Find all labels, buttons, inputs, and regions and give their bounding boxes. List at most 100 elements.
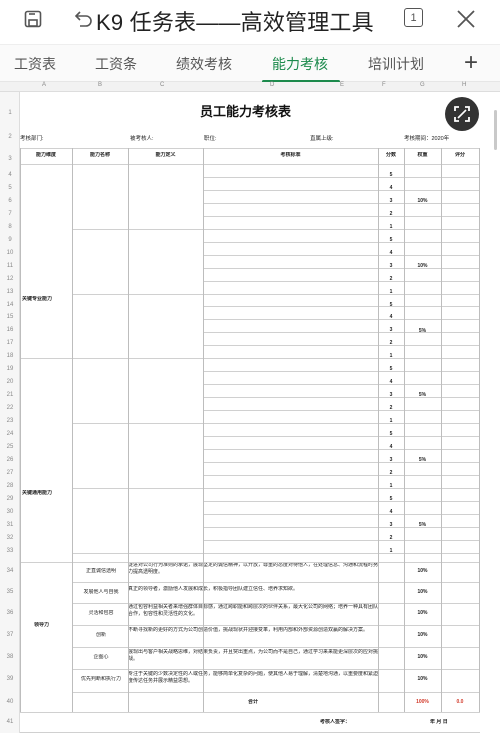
rating-cell[interactable] — [441, 237, 479, 249]
row-number[interactable]: 22 — [0, 405, 20, 411]
row-number[interactable]: 34 — [0, 568, 20, 574]
row-number[interactable]: 20 — [0, 379, 20, 385]
rating-cell[interactable] — [441, 522, 479, 534]
row-number[interactable]: 16 — [0, 327, 20, 333]
rating-cell[interactable] — [441, 314, 479, 326]
row-number[interactable]: 32 — [0, 535, 20, 541]
row-number[interactable]: 38 — [0, 654, 20, 660]
row-number[interactable]: 13 — [0, 289, 20, 295]
rating-cell[interactable] — [441, 405, 479, 417]
rating-cell[interactable] — [441, 224, 479, 236]
rating-cell[interactable] — [441, 185, 479, 197]
grid-line-h — [203, 345, 480, 347]
rating-cell[interactable] — [441, 263, 479, 275]
row-number[interactable]: 33 — [0, 548, 20, 554]
save-icon[interactable] — [22, 8, 44, 30]
row-number[interactable]: 3 — [0, 156, 20, 162]
grid-line-v — [20, 148, 21, 712]
row-number[interactable]: 29 — [0, 496, 20, 502]
column-f-label[interactable]: F — [382, 82, 386, 88]
row-number[interactable]: 7 — [0, 211, 20, 217]
row-number[interactable]: 11 — [0, 263, 20, 269]
leadership-def-5: 展现出与客户相关战略思维，对结果负责，并且突出重点，为公司而不是自己，通过学习来… — [128, 649, 378, 662]
leadership-def-4: 不断寻找新的更好的方式为公司创造价值，挑战现状并迎接变革，利用内部和外部资源创造… — [128, 627, 369, 633]
row-number[interactable]: 10 — [0, 250, 20, 256]
spreadsheet-grid[interactable]: 员工能力考核表 考核部门: 被考核人: 职位: 直属上级: 考核期间：2020年… — [20, 92, 500, 733]
row-number[interactable]: 25 — [0, 444, 20, 450]
rating-cell[interactable] — [441, 379, 479, 391]
row-number[interactable]: 5 — [0, 185, 20, 191]
column-b-label[interactable]: B — [98, 82, 102, 88]
vertical-scrollbar[interactable] — [494, 110, 497, 150]
rating-cell[interactable] — [441, 535, 479, 547]
tab-pay-slip[interactable]: 工资条 — [95, 54, 137, 74]
rating-cell[interactable] — [441, 198, 479, 210]
column-g-label[interactable]: G — [420, 82, 425, 88]
rating-cell[interactable] — [441, 340, 479, 352]
rating-cell[interactable] — [441, 418, 479, 430]
tab-salary-sheet[interactable]: 工资表 — [14, 54, 56, 74]
row-number[interactable]: 26 — [0, 457, 20, 463]
row-number[interactable]: 36 — [0, 610, 20, 616]
rating-cell[interactable] — [441, 496, 479, 508]
rating-cell[interactable] — [441, 548, 479, 560]
row-number[interactable]: 31 — [0, 522, 20, 528]
add-sheet-button[interactable]: + — [464, 49, 478, 77]
row-number[interactable]: 17 — [0, 340, 20, 346]
fullscreen-button[interactable] — [445, 97, 479, 131]
grid-line-v — [128, 148, 129, 712]
row-number[interactable]: 2 — [0, 134, 20, 140]
grid-line-h — [203, 474, 480, 476]
row-number[interactable]: 40 — [0, 699, 20, 705]
rating-cell[interactable] — [441, 302, 479, 314]
row-number[interactable]: 24 — [0, 431, 20, 437]
row-number[interactable]: 35 — [0, 589, 20, 595]
row-number[interactable]: 41 — [0, 719, 20, 725]
row-number[interactable]: 39 — [0, 676, 20, 682]
row-number[interactable]: 28 — [0, 483, 20, 489]
column-a-label[interactable]: A — [42, 82, 46, 88]
tab-training-plan[interactable]: 培训计划 — [368, 54, 424, 74]
page-count-icon[interactable]: 1 — [404, 8, 423, 27]
rating-cell[interactable] — [441, 250, 479, 262]
row-number[interactable]: 14 — [0, 302, 20, 308]
grid-line-h — [203, 241, 480, 243]
tab-ability-assessment[interactable]: 能力考核 — [272, 54, 328, 74]
column-c-label[interactable]: C — [160, 82, 164, 88]
rating-cell[interactable] — [441, 366, 479, 378]
row-number[interactable]: 15 — [0, 314, 20, 320]
row-number[interactable]: 30 — [0, 509, 20, 515]
column-d-label[interactable]: D — [270, 82, 274, 88]
row-number[interactable]: 37 — [0, 632, 20, 638]
row-number[interactable]: 9 — [0, 237, 20, 243]
row-number[interactable]: 8 — [0, 224, 20, 230]
rating-cell[interactable] — [441, 392, 479, 404]
signature-label: 考核人签字： — [320, 719, 351, 725]
row-number[interactable]: 27 — [0, 470, 20, 476]
row-number[interactable]: 23 — [0, 418, 20, 424]
close-icon[interactable] — [455, 8, 477, 30]
row-number[interactable]: 1 — [0, 110, 20, 116]
rating-cell[interactable] — [441, 431, 479, 443]
rating-cell[interactable] — [441, 289, 479, 301]
rating-cell[interactable] — [441, 276, 479, 288]
row-number[interactable]: 19 — [0, 366, 20, 372]
rating-cell[interactable] — [441, 211, 479, 223]
rating-cell[interactable] — [441, 509, 479, 521]
row-number[interactable]: 4 — [0, 172, 20, 178]
row-number[interactable]: 21 — [0, 392, 20, 398]
rating-cell[interactable] — [441, 457, 479, 469]
row-number[interactable]: 6 — [0, 198, 20, 204]
rating-cell[interactable] — [441, 172, 479, 184]
rating-cell[interactable] — [441, 444, 479, 456]
tab-performance[interactable]: 绩效考核 — [176, 54, 232, 74]
rating-cell[interactable] — [441, 470, 479, 482]
column-h-label[interactable]: H — [462, 82, 466, 88]
rating-cell[interactable] — [441, 353, 479, 365]
row-number[interactable]: 12 — [0, 276, 20, 282]
undo-icon[interactable] — [72, 8, 94, 30]
row-number[interactable]: 18 — [0, 353, 20, 359]
column-e-label[interactable]: E — [340, 82, 344, 88]
rating-cell[interactable] — [441, 327, 479, 339]
rating-cell[interactable] — [441, 483, 479, 495]
